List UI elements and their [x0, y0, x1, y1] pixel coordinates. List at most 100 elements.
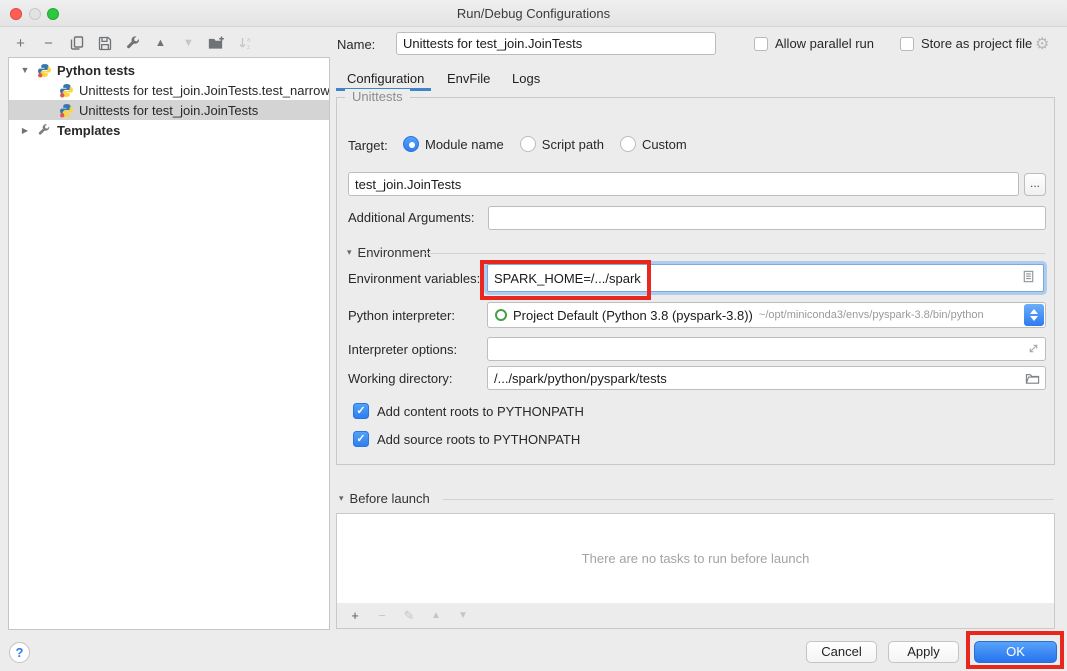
window-title: Run/Debug Configurations — [0, 0, 1067, 27]
before-launch-toolbar: + − ✎ ▲ ▼ — [336, 603, 1055, 629]
radio-label: Custom — [642, 137, 687, 152]
radio-unselected-icon[interactable] — [620, 136, 636, 152]
environment-variables-label: Environment variables: — [348, 271, 480, 286]
move-task-down-icon: ▼ — [456, 610, 470, 621]
tree-item-label: Templates — [57, 123, 120, 138]
tree-item-unittests-jointests-selected[interactable]: Unittests for test_join.JoinTests — [9, 100, 329, 120]
checkbox-unchecked-icon[interactable] — [754, 37, 768, 51]
svg-text:a: a — [247, 38, 251, 44]
radio-selected-icon[interactable] — [403, 136, 419, 152]
radio-module-name[interactable]: Module name — [403, 136, 504, 152]
interpreter-path: ~/opt/miniconda3/envs/pyspark-3.8/bin/py… — [759, 309, 984, 321]
working-directory-input[interactable] — [487, 366, 1046, 390]
configuration-panel: Unittests Target: Module name Script pat… — [336, 97, 1055, 465]
tree-item-label: Unittests for test_join.JoinTests.test_n… — [79, 83, 329, 98]
interpreter-name: Project Default (Python 3.8 (pyspark-3.8… — [513, 308, 753, 323]
target-label: Target: — [348, 138, 388, 153]
move-task-up-icon: ▲ — [429, 610, 443, 621]
unittests-group-label: Unittests — [345, 89, 410, 104]
python-test-icon — [59, 103, 74, 118]
environment-variables-field[interactable] — [487, 264, 1044, 292]
add-task-icon[interactable]: + — [348, 608, 362, 623]
name-label: Name: — [337, 37, 375, 52]
apply-button[interactable]: Apply — [888, 641, 959, 663]
tab-logs[interactable]: Logs — [512, 71, 540, 86]
section-divider — [443, 499, 1054, 500]
move-up-icon[interactable]: ▲ — [152, 35, 169, 52]
section-collapse-icon[interactable]: ▾ — [339, 493, 344, 504]
before-launch-task-list: There are no tasks to run before launch — [336, 513, 1055, 604]
expand-field-icon[interactable] — [1027, 342, 1040, 358]
additional-arguments-label: Additional Arguments: — [348, 210, 474, 225]
section-divider — [425, 253, 1045, 254]
templates-wrench-icon — [37, 123, 52, 138]
python-test-icon — [59, 83, 74, 98]
edit-task-icon: ✎ — [402, 608, 416, 624]
ok-button[interactable]: OK — [974, 641, 1057, 663]
radio-script-path[interactable]: Script path — [520, 136, 604, 152]
tree-item-label: Unittests for test_join.JoinTests — [79, 103, 258, 118]
select-chevrons-icon[interactable] — [1024, 304, 1044, 326]
configurations-tree: ▼ Python tests Unittests for test_join.J… — [8, 57, 330, 630]
save-configuration-icon[interactable] — [96, 35, 113, 52]
python-interpreter-label: Python interpreter: — [348, 308, 455, 323]
working-directory-field — [487, 366, 1046, 390]
configurations-toolbar: + − ▲ ▼ az — [12, 31, 253, 55]
allow-parallel-run-label: Allow parallel run — [775, 36, 874, 51]
folder-icon[interactable] — [1025, 371, 1040, 388]
interpreter-options-field — [487, 337, 1046, 361]
before-launch-label: Before launch — [350, 491, 430, 506]
browse-button[interactable]: ... — [1024, 173, 1046, 196]
additional-arguments-input[interactable] — [488, 206, 1046, 230]
environment-variables-input[interactable] — [488, 271, 1021, 286]
remove-task-icon: − — [375, 608, 389, 623]
sort-alphabetically-icon: az — [236, 35, 253, 52]
edit-variables-icon[interactable] — [1021, 269, 1037, 287]
environment-section-header[interactable]: ▾ Environment — [347, 245, 431, 260]
add-configuration-icon[interactable]: + — [12, 35, 29, 52]
tab-envfile[interactable]: EnvFile — [447, 71, 490, 86]
edit-templates-icon[interactable] — [124, 35, 141, 52]
no-tasks-message: There are no tasks to run before launch — [582, 551, 810, 566]
tree-item-label: Python tests — [57, 63, 135, 78]
tree-item-templates[interactable]: ▶ Templates — [9, 120, 329, 140]
gear-icon[interactable]: ⚙ — [1035, 34, 1049, 54]
section-collapse-icon[interactable]: ▾ — [347, 247, 352, 258]
module-name-input[interactable] — [348, 172, 1019, 196]
checkbox-unchecked-icon[interactable] — [900, 37, 914, 51]
collapsed-disclosure-icon[interactable]: ▶ — [19, 126, 31, 135]
before-launch-section-header[interactable]: ▾ Before launch — [339, 491, 430, 506]
interpreter-options-label: Interpreter options: — [348, 342, 457, 357]
title-bar: Run/Debug Configurations — [0, 0, 1067, 27]
name-input[interactable] — [396, 32, 716, 55]
radio-label: Module name — [425, 137, 504, 152]
cancel-button[interactable]: Cancel — [806, 641, 877, 663]
svg-text:z: z — [247, 45, 250, 51]
remove-configuration-icon[interactable]: − — [40, 35, 57, 52]
tab-configuration[interactable]: Configuration — [347, 71, 424, 86]
working-directory-label: Working directory: — [348, 371, 453, 386]
new-folder-icon[interactable] — [208, 35, 225, 52]
store-as-project-file-checkbox[interactable]: Store as project file — [900, 36, 1032, 51]
add-source-roots-label: Add source roots to PYTHONPATH — [377, 432, 580, 447]
target-radio-group: Module name Script path Custom — [403, 136, 687, 152]
radio-custom[interactable]: Custom — [620, 136, 687, 152]
interpreter-options-input[interactable] — [487, 337, 1046, 361]
expanded-disclosure-icon[interactable]: ▼ — [19, 65, 31, 75]
move-down-icon: ▼ — [180, 35, 197, 52]
add-content-roots-checkbox[interactable]: ✓ Add content roots to PYTHONPATH — [353, 403, 584, 419]
environment-section-label: Environment — [358, 245, 431, 260]
radio-unselected-icon[interactable] — [520, 136, 536, 152]
help-button[interactable]: ? — [9, 642, 30, 663]
radio-label: Script path — [542, 137, 604, 152]
tree-item-unittests-test-narrow[interactable]: Unittests for test_join.JoinTests.test_n… — [9, 80, 329, 100]
allow-parallel-run-checkbox[interactable]: Allow parallel run — [754, 36, 874, 51]
store-as-project-file-label: Store as project file — [921, 36, 1032, 51]
add-source-roots-checkbox[interactable]: ✓ Add source roots to PYTHONPATH — [353, 431, 580, 447]
tree-item-python-tests[interactable]: ▼ Python tests — [9, 60, 329, 80]
copy-configuration-icon[interactable] — [68, 35, 85, 52]
checkbox-checked-icon[interactable]: ✓ — [353, 403, 369, 419]
add-content-roots-label: Add content roots to PYTHONPATH — [377, 404, 584, 419]
checkbox-checked-icon[interactable]: ✓ — [353, 431, 369, 447]
python-interpreter-select[interactable]: Project Default (Python 3.8 (pyspark-3.8… — [487, 302, 1046, 328]
